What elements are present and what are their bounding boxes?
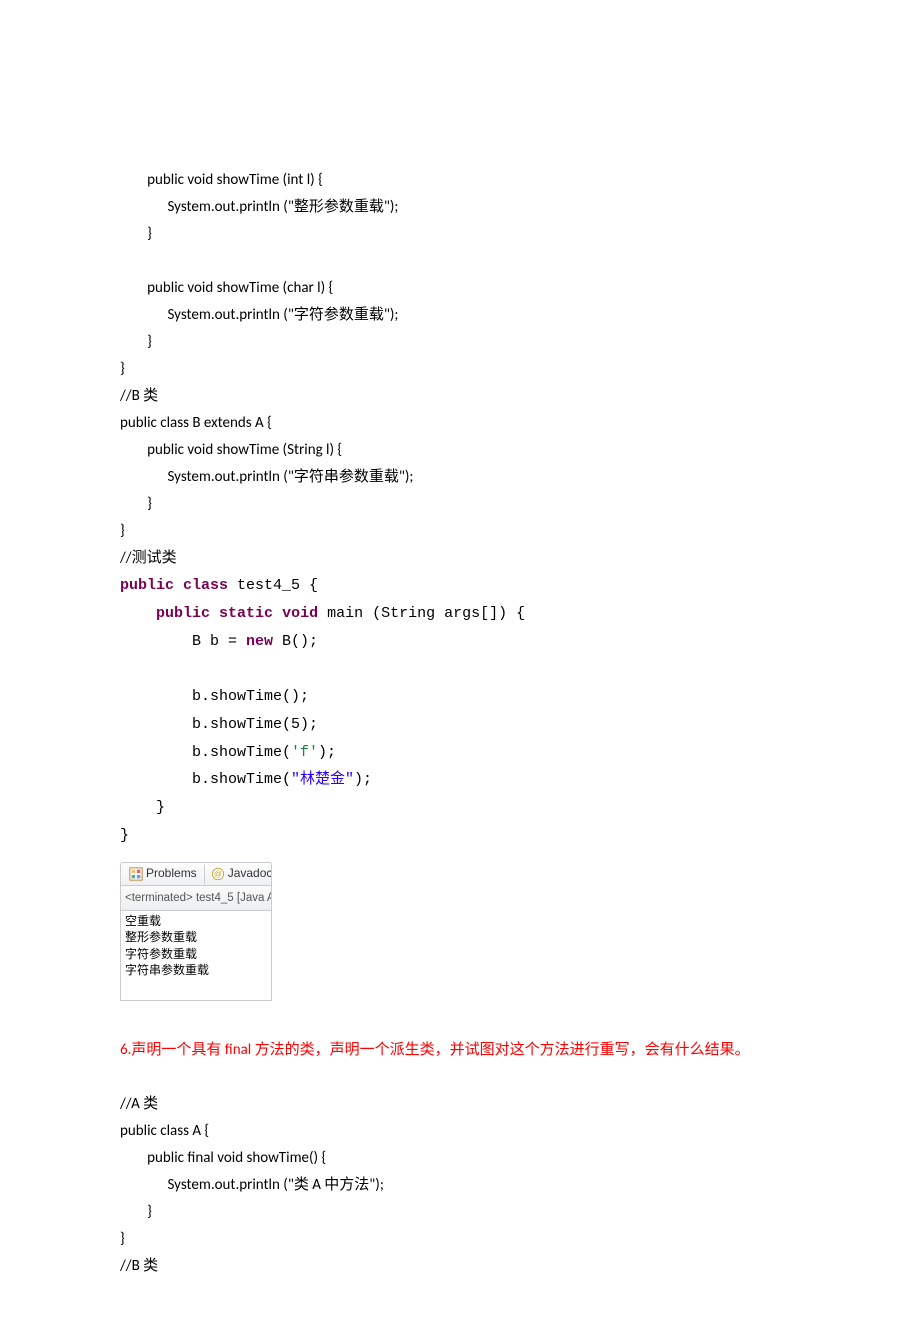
code-block-1: public void showTime (int l) { System.ou… xyxy=(120,140,802,572)
code-line: } xyxy=(120,225,152,243)
keyword-public: public xyxy=(120,577,174,594)
keyword-static: static xyxy=(219,605,273,622)
keyword-new: new xyxy=(246,633,273,650)
code-text: b.showTime( xyxy=(120,744,291,761)
problems-icon xyxy=(129,867,143,881)
ide-console-panel: Problems @ Javadoc xyxy=(120,862,272,1001)
code-text: ); xyxy=(318,744,336,761)
code-line: public class A { xyxy=(120,1122,209,1140)
code-line: } xyxy=(120,827,129,844)
javadoc-icon: @ xyxy=(211,867,225,881)
code-line: b.showTime(); xyxy=(120,688,309,705)
tab-label: Javadoc xyxy=(228,863,272,885)
tab-label: Problems xyxy=(146,863,197,885)
status-text: <terminated> test4_5 [Java Ap xyxy=(125,892,272,904)
code-line: public void showTime (int l) { xyxy=(120,171,323,189)
ide-status-bar: <terminated> test4_5 [Java Ap xyxy=(120,886,272,912)
code-line: public final void showTime() { xyxy=(120,1149,326,1167)
console-line: 空重载 xyxy=(125,913,267,929)
code-line: public void showTime (String l) { xyxy=(120,441,342,459)
code-text: ); xyxy=(354,771,372,788)
tab-problems[interactable]: Problems xyxy=(124,864,202,884)
code-line: } xyxy=(120,360,125,378)
document-page: public void showTime (int l) { System.ou… xyxy=(0,0,920,1340)
console-line: 整形参数重载 xyxy=(125,929,267,945)
code-text: b.showTime( xyxy=(120,771,291,788)
code-line: //A 类 xyxy=(120,1095,158,1113)
string-literal: "林楚金" xyxy=(291,771,354,788)
keyword-public: public xyxy=(156,605,210,622)
code-line: System.out.println ("整形参数重载"); xyxy=(120,198,398,216)
ide-console-output: 空重载 整形参数重载 字符参数重载 字符串参数重载 xyxy=(120,911,272,1001)
code-line: } xyxy=(120,333,152,351)
question-6-heading: 6.声明一个具有 final 方法的类，声明一个派生类，并试图对这个方法进行重写… xyxy=(120,1037,802,1064)
keyword-class: class xyxy=(183,577,228,594)
code-line: } xyxy=(120,799,165,816)
code-line: System.out.println ("字符串参数重载"); xyxy=(120,468,413,486)
code-line: System.out.println ("字符参数重载"); xyxy=(120,306,398,324)
tab-javadoc[interactable]: @ Javadoc xyxy=(204,864,272,884)
keyword-void: void xyxy=(282,605,318,622)
code-block-highlighted: public class test4_5 { public static voi… xyxy=(120,572,802,850)
svg-text:@: @ xyxy=(214,869,222,878)
code-line: System.out.println ("类 A 中方法"); xyxy=(120,1176,384,1194)
ide-tabbar: Problems @ Javadoc xyxy=(120,862,272,886)
code-line: } xyxy=(120,1230,125,1248)
code-line: } xyxy=(120,522,125,540)
code-line: } xyxy=(120,495,152,513)
code-block-q6: //A 类 public class A { public final void… xyxy=(120,1064,802,1280)
char-literal: 'f' xyxy=(291,744,318,761)
code-text: B b = xyxy=(120,633,246,650)
code-text: main (String args[]) { xyxy=(318,605,525,622)
code-line: b.showTime(5); xyxy=(120,716,318,733)
code-line: public void showTime (char l) { xyxy=(120,279,333,297)
code-line: } xyxy=(120,1203,152,1221)
code-line: public class B extends A { xyxy=(120,414,272,432)
console-line: 字符串参数重载 xyxy=(125,962,267,978)
code-line: //B 类 xyxy=(120,1257,158,1275)
console-line: 字符参数重载 xyxy=(125,946,267,962)
code-line: //测试类 xyxy=(120,549,177,567)
code-line: //B 类 xyxy=(120,387,158,405)
code-text: test4_5 { xyxy=(228,577,318,594)
code-text: B(); xyxy=(273,633,318,650)
